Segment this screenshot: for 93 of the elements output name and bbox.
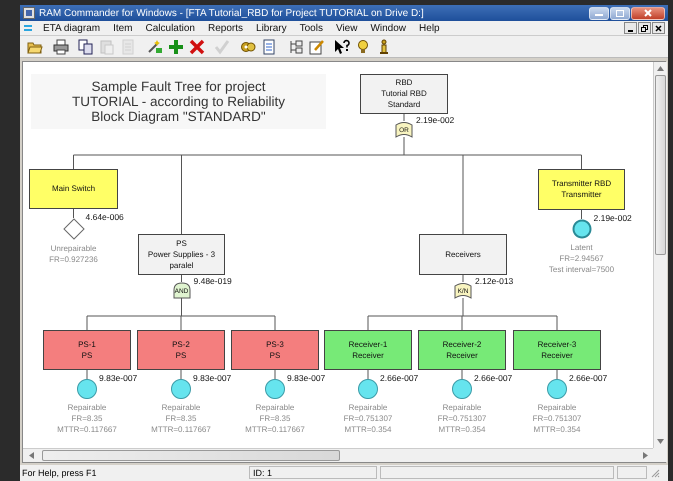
event-details: Repairable FR=0.751307 MTTR=0.354 [438,402,486,435]
fault-tree-block: Transmitter RBD Transmitter [538,168,625,210]
probability-label: 2.66e-007 [474,372,512,383]
circle-symbol [171,378,191,399]
checkmark-icon [214,38,230,55]
fault-tree-block: Receiver-3 Receiver [513,330,601,370]
edit-icon [309,38,325,55]
lightbulb-icon [355,38,371,55]
event-details: Repairable FR=0.751307 MTTR=0.354 [344,402,392,435]
event-details: Unrepairable FR=0.927236 [49,242,98,265]
connector-line [86,369,88,380]
event-details: Repairable FR=8.35 MTTR=0.117667 [245,402,305,435]
fault-tree-block: PS-2 PS [137,330,225,370]
probability-label: 9.83e-007 [99,372,138,383]
fault-tree-block: PS-1 PS [43,330,131,370]
printer-icon [53,38,69,55]
fault-tree-block: Receiver-1 Receiver [324,330,412,370]
fault-tree-block: PS Power Supplies - 3 paralel [138,234,225,275]
probability-label: 2.19e-002 [594,212,632,223]
maximize-icon [616,10,624,17]
close-button[interactable] [652,22,665,34]
menu-item[interactable]: Window [370,22,406,34]
connector-line [274,369,276,380]
double-circle-symbol [572,218,592,239]
connector-line [180,369,182,380]
maximize-button[interactable] [610,6,630,20]
x-button[interactable] [188,38,206,56]
fault-tree-block: Receiver-2 Receiver [418,330,506,370]
copy-button[interactable] [77,38,95,56]
event-details: Latent FR=2.94567 Test interval=7500 [548,242,614,275]
probability-label: 2.19e-002 [416,114,454,125]
resize-grip-icon [650,468,660,478]
scroll-thumb[interactable] [42,450,340,461]
menu-item[interactable]: Tools [300,22,323,34]
close-icon [644,9,652,18]
connector-line [556,369,558,380]
left-arrow-icon [29,452,34,459]
down-arrow-icon [657,438,664,444]
restore-icon [641,24,648,32]
probability-label: 2.66e-007 [569,372,608,383]
circle-symbol [452,378,472,399]
fault-tree-block: Main Switch [29,168,118,209]
tree-icon [288,38,304,55]
close-icon [655,24,662,32]
clipboard-icon [99,38,115,55]
edit-button[interactable] [308,38,326,56]
probability-label: 9.83e-007 [193,372,232,383]
wand-button[interactable] [146,38,164,56]
plus-icon [168,38,184,55]
help-pointer-button[interactable] [333,38,351,56]
minimize-button[interactable] [624,22,637,34]
page-icon [120,38,136,55]
restore-button[interactable] [638,22,651,34]
status-panel [617,466,647,480]
menu-item[interactable]: View [336,22,358,34]
fault-tree-block: RBD Tutorial RBD Standard [360,74,448,114]
diagram-note: Sample Fault Tree for project TUTORIAL - according to Reliability Block Diagram "STANDARD" [31,74,326,129]
probability-label: 2.12e-013 [475,276,514,286]
right-arrow-icon [643,452,648,459]
status-text: For Help, press F1 [22,468,98,478]
circle-symbol [77,378,97,399]
event-details: Repairable FR=8.35 MTTR=0.117667 [57,402,117,435]
x-icon [189,38,205,55]
wand-icon [147,38,163,55]
vertical-scrollbar[interactable] [653,62,667,448]
circle-symbol [358,378,378,399]
probability-label: 2.66e-007 [380,372,418,383]
help-pointer-icon [334,38,350,55]
scroll-thumb[interactable] [655,74,666,255]
app-icon [23,7,35,20]
up-arrow-icon [657,66,664,71]
event-details: Repairable FR=8.35 MTTR=0.117667 [151,402,211,435]
printer-button[interactable] [52,38,70,56]
menu-item[interactable]: Reports [208,22,244,34]
probability-label: 4.64e-006 [86,212,124,222]
probability-label: 9.48e-019 [194,276,232,286]
plus-button[interactable] [167,38,185,56]
circle-symbol [547,378,567,399]
status-panel: ID: 1 [249,466,377,480]
fault-tree-block: Receivers [419,234,507,275]
copy-icon [78,38,94,55]
event-details: Repairable FR=0.751307 MTTR=0.354 [532,402,582,435]
menu-item[interactable]: Item [113,22,133,34]
menu-item[interactable]: Calculation [146,22,195,34]
horizontal-scrollbar[interactable] [23,448,653,462]
diamond-symbol [62,218,84,240]
menu-item[interactable]: ETA diagram [43,22,100,34]
menu-item[interactable]: Help [419,22,440,34]
window-title: RAM Commander for Windows - [FTA Tutorial_RBD for Project TUTORIAL on Drive D:] [39,8,425,19]
circle-symbol [265,378,285,399]
fault-tree-block: PS-3 PS [231,330,319,370]
menu-item[interactable]: Library [256,22,287,34]
probability-label: 9.83e-007 [287,372,326,383]
